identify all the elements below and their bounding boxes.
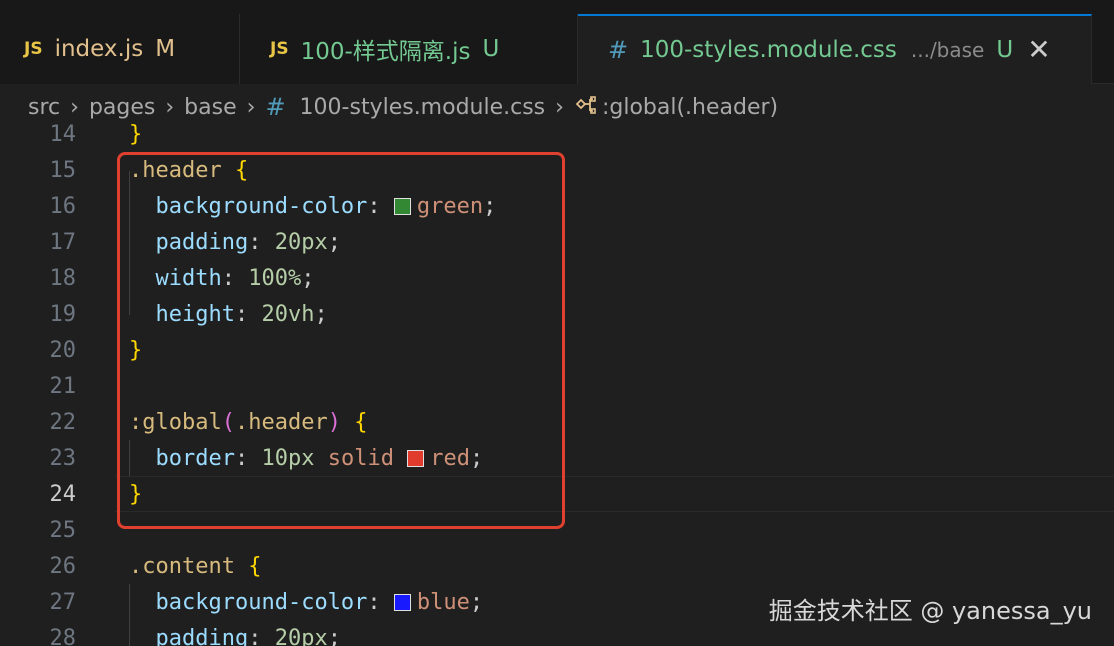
line-number: 16	[49, 194, 77, 219]
line-number: 28	[49, 626, 77, 646]
js-file-icon: JS	[270, 39, 289, 59]
line-number: 27	[49, 590, 77, 615]
line-text: .content {	[129, 554, 262, 579]
line-number: 26	[49, 554, 77, 579]
code-line: 26 .content {	[0, 549, 1114, 585]
line-number: 25	[49, 518, 77, 543]
tab-label: 100-样式隔离.js	[300, 39, 471, 65]
line-number: 19	[49, 302, 77, 327]
line-number: 23	[49, 446, 77, 471]
line-number: 24	[49, 482, 77, 507]
git-status-badge: U	[996, 37, 1014, 63]
css-file-icon: #	[608, 36, 629, 64]
tab-label: index.js	[54, 36, 144, 62]
js-file-icon: JS	[24, 39, 43, 59]
line-text: background-color: blue;	[155, 590, 484, 615]
tab-styles-module-css[interactable]: # 100-styles.module.css .../base U ✕	[578, 14, 1092, 84]
git-status-badge: M	[155, 36, 176, 62]
line-number: 17	[49, 230, 77, 255]
color-swatch-blue[interactable]	[393, 594, 411, 611]
tab-style-isolation-js[interactable]: JS 100-样式隔离.js U	[240, 14, 578, 84]
watermark: 掘金技术社区 @ yanessa_yu	[768, 597, 1092, 625]
line-text: }	[129, 122, 143, 147]
line-text: padding: 20px;	[155, 626, 341, 646]
tab-index-js[interactable]: JS index.js M	[0, 14, 240, 84]
git-status-badge: U	[482, 36, 500, 62]
tab-bar: JS index.js M JS 100-样式隔离.js U # 100-sty…	[0, 0, 1114, 84]
tab-label: 100-styles.module.css	[640, 37, 897, 63]
line-number: 15	[49, 158, 77, 183]
line-number: 18	[49, 266, 77, 291]
code-line: 14 }	[0, 117, 1114, 153]
line-number: 14	[49, 122, 77, 147]
close-icon[interactable]: ✕	[1027, 36, 1050, 64]
annotation-highlight-box	[117, 152, 565, 529]
line-number: 22	[49, 410, 77, 435]
code-editor: JS index.js M JS 100-样式隔离.js U # 100-sty…	[0, 0, 1114, 646]
line-number: 21	[49, 374, 77, 399]
line-number: 20	[49, 338, 77, 363]
tab-directory-hint: .../base	[910, 38, 985, 62]
